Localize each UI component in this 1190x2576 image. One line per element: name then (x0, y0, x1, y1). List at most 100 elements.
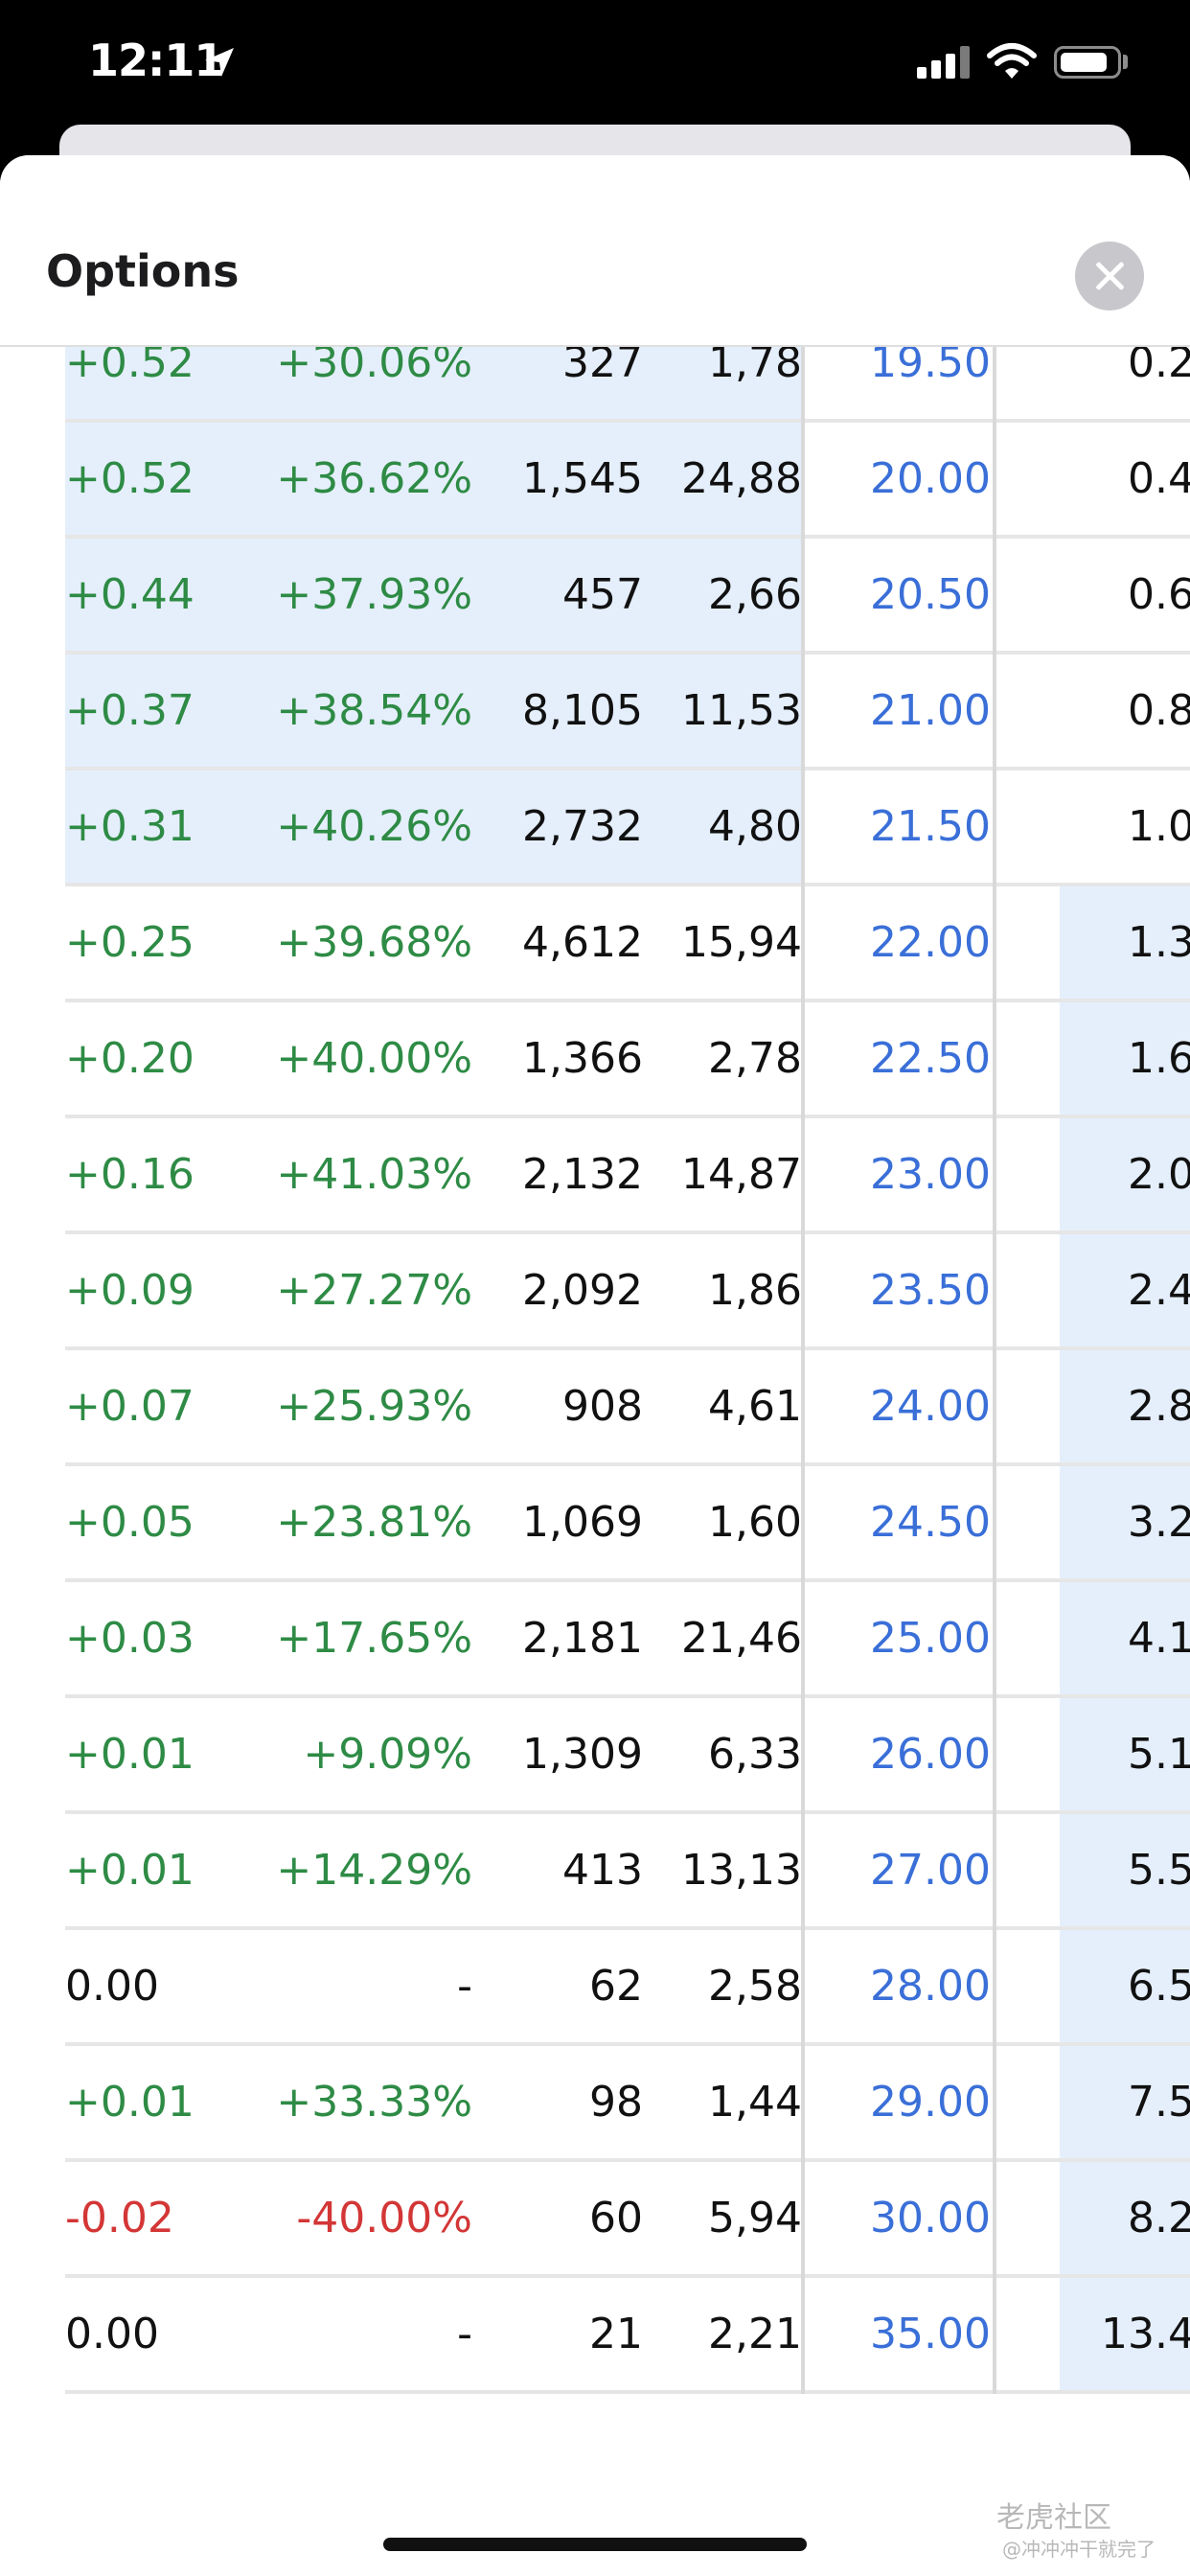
last-price-cell: 0.82 (1128, 686, 1190, 735)
table-row[interactable]: -0.02-40.00%605,94730.008.25 (65, 2162, 1190, 2278)
options-chain-table[interactable]: +0.52+30.06%3271,78419.500.29+0.52+36.62… (65, 307, 1190, 2394)
watermark-sub: @冲冲冲干就完了 (1002, 2538, 1156, 2561)
last-price-cell: 0.42 (1128, 454, 1190, 503)
percent-change-cell: +38.54% (276, 686, 472, 735)
sheet-header: Options (0, 155, 1190, 347)
percent-change-cell: +39.68% (276, 918, 472, 967)
column-divider (801, 2278, 805, 2394)
percent-change-cell: +33.33% (276, 2078, 472, 2127)
column-divider (801, 1582, 805, 1698)
table-row[interactable]: 0.00-622,58828.006.50 (65, 1930, 1190, 2046)
volume-cell: 4,612 (522, 918, 643, 967)
options-sheet: Options +0.52+30.06%3271,78419.500.29+0.… (0, 155, 1190, 2576)
percent-change-cell: +23.81% (276, 1498, 472, 1547)
table-row[interactable]: +0.01+14.29%41313,13027.005.55 (65, 1814, 1190, 1930)
column-divider (801, 1234, 805, 1350)
column-divider (801, 423, 805, 539)
volume-cell: 908 (562, 1382, 643, 1431)
table-row[interactable]: +0.31+40.26%2,7324,80921.501.08 (65, 770, 1190, 886)
volume-cell: 21 (589, 2310, 643, 2358)
column-divider (993, 886, 996, 1002)
percent-change-cell: +40.26% (276, 802, 472, 851)
last-price-cell: 8.25 (1128, 2194, 1190, 2242)
table-row[interactable]: 0.00-212,21935.0013.40 (65, 2278, 1190, 2394)
table-row[interactable]: +0.20+40.00%1,3662,78622.501.68 (65, 1002, 1190, 1118)
last-price-cell: 5.55 (1128, 1846, 1190, 1895)
column-divider (993, 423, 996, 539)
column-divider (801, 1350, 805, 1466)
column-divider (801, 1118, 805, 1234)
last-price-cell: 4.10 (1128, 1614, 1190, 1663)
column-divider (993, 1582, 996, 1698)
table-row[interactable]: +0.01+9.09%1,3096,33926.005.15 (65, 1698, 1190, 1814)
percent-change-cell: - (457, 2310, 472, 2358)
percent-change-cell: +27.27% (276, 1266, 472, 1315)
percent-change-cell: -40.00% (296, 2194, 472, 2242)
column-divider (993, 1466, 996, 1582)
wifi-icon (987, 42, 1037, 84)
column-divider (993, 1118, 996, 1234)
last-price-cell: 2.82 (1128, 1382, 1190, 1431)
table-row[interactable]: +0.07+25.93%9084,61724.002.82 (65, 1350, 1190, 1466)
volume-cell: 1,366 (522, 1034, 643, 1083)
column-divider (993, 770, 996, 886)
column-divider (993, 2278, 996, 2394)
table-row[interactable]: +0.25+39.68%4,61215,94722.001.39 (65, 886, 1190, 1002)
column-divider (801, 1002, 805, 1118)
column-divider (993, 1698, 996, 1814)
sheet-title: Options (46, 245, 240, 297)
percent-change-cell: +9.09% (303, 1730, 472, 1779)
column-divider (801, 1698, 805, 1814)
last-price-cell: 5.15 (1128, 1730, 1190, 1779)
column-divider (993, 1002, 996, 1118)
table-row[interactable]: +0.37+38.54%8,10511,53521.000.82 (65, 655, 1190, 770)
column-divider (993, 539, 996, 655)
column-divider (993, 1930, 996, 2046)
column-divider (993, 2162, 996, 2278)
percent-change-cell: +37.93% (276, 570, 472, 619)
header-divider (0, 345, 1190, 347)
table-row[interactable]: +0.52+36.62%1,54524,88420.000.42 (65, 423, 1190, 539)
table-row[interactable]: +0.09+27.27%2,0921,86723.502.45 (65, 1234, 1190, 1350)
column-divider (801, 1930, 805, 2046)
percent-change-cell: +40.00% (276, 1034, 472, 1083)
column-divider (801, 2162, 805, 2278)
column-divider (801, 2046, 805, 2162)
percent-change-cell: +17.65% (276, 1614, 472, 1663)
table-row[interactable]: +0.44+37.93%4572,66420.500.60 (65, 539, 1190, 655)
column-divider (801, 770, 805, 886)
column-divider (993, 1814, 996, 1930)
last-price-cell: 7.50 (1128, 2078, 1190, 2127)
table-row[interactable]: +0.16+41.03%2,13214,87523.002.07 (65, 1118, 1190, 1234)
volume-cell: 1,309 (522, 1730, 643, 1779)
percent-change-cell: +25.93% (276, 1382, 472, 1431)
volume-cell: 1,545 (522, 454, 643, 503)
column-divider (801, 1814, 805, 1930)
last-price-cell: 0.60 (1128, 570, 1190, 619)
close-button[interactable] (1075, 242, 1144, 310)
column-divider (993, 1234, 996, 1350)
last-price-cell: 1.08 (1128, 802, 1190, 851)
table-row[interactable]: +0.03+17.65%2,18121,46025.004.10 (65, 1582, 1190, 1698)
column-divider (993, 655, 996, 770)
cellular-signal-icon (917, 46, 971, 79)
volume-cell: 1,069 (522, 1498, 643, 1547)
column-divider (801, 1466, 805, 1582)
last-price-cell: 1.39 (1128, 918, 1190, 967)
last-price-cell: 6.50 (1128, 1962, 1190, 2011)
last-price-cell: 13.40 (1101, 2310, 1190, 2358)
volume-cell: 413 (562, 1846, 643, 1895)
volume-cell: 2,732 (522, 802, 643, 851)
table-row[interactable]: +0.01+33.33%981,44229.007.50 (65, 2046, 1190, 2162)
table-row[interactable]: +0.05+23.81%1,0691,60924.503.26 (65, 1466, 1190, 1582)
column-divider (801, 886, 805, 1002)
column-divider (801, 539, 805, 655)
last-price-cell: 3.26 (1128, 1498, 1190, 1547)
volume-cell: 2,181 (522, 1614, 643, 1663)
volume-cell: 2,092 (522, 1266, 643, 1315)
home-indicator[interactable] (383, 2538, 807, 2551)
watermark: 老虎社区 (996, 2501, 1111, 2535)
percent-change-cell: +14.29% (276, 1846, 472, 1895)
last-price-cell: 1.68 (1128, 1034, 1190, 1083)
battery-icon (1054, 46, 1121, 79)
